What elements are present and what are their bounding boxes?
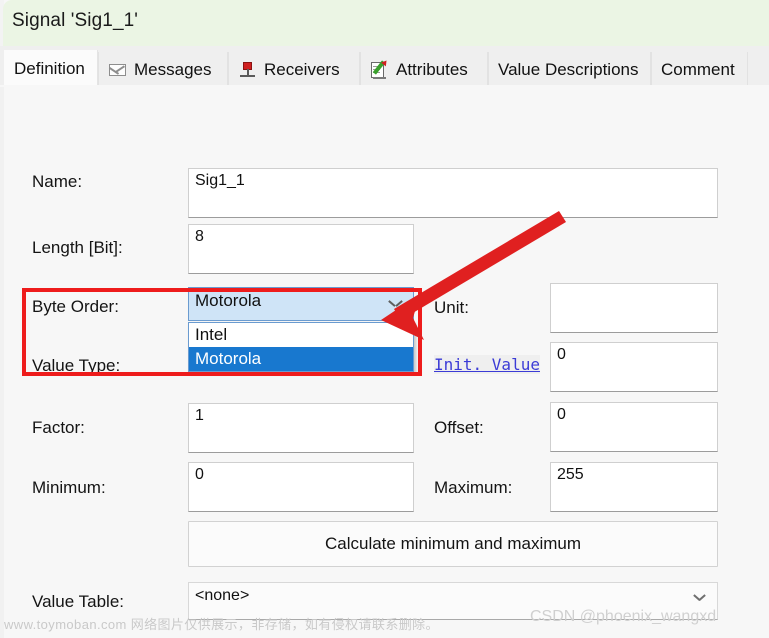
byte-order-dropdown-list[interactable]: Intel Motorola <box>188 322 414 372</box>
minimum-label: Minimum: <box>32 478 106 497</box>
value-type-label: Value Type: <box>32 356 121 375</box>
tab-messages-label: Messages <box>134 59 212 79</box>
tab-definition[interactable]: Definition <box>4 50 98 87</box>
tab-receivers-label: Receivers <box>264 59 340 79</box>
maximum-label: Maximum: <box>434 478 513 497</box>
signal-editor-window: Signal 'Sig1_1' Definition Messages Rece… <box>0 0 769 638</box>
offset-input[interactable]: 0 <box>550 402 718 452</box>
tab-value-descriptions[interactable]: Value Descriptions <box>488 52 651 86</box>
tab-value-descriptions-label: Value Descriptions <box>498 59 639 79</box>
dropdown-option-motorola[interactable]: Motorola <box>189 347 413 371</box>
minimum-input[interactable]: 0 <box>188 462 414 512</box>
watermark-left: www.toymoban.com 网络图片仅供展示，非存储，如有侵权请联系删除。 <box>4 617 439 632</box>
unit-label: Unit: <box>434 298 469 317</box>
value-table-label: Value Table: <box>32 592 124 611</box>
tab-receivers[interactable]: Receivers <box>228 52 360 86</box>
attributes-icon <box>370 58 390 79</box>
tab-comment-label: Comment <box>661 59 735 79</box>
tab-definition-label: Definition <box>14 59 85 78</box>
tab-comment[interactable]: Comment <box>651 52 748 86</box>
pin-icon <box>238 60 257 79</box>
maximum-input[interactable]: 255 <box>550 462 718 512</box>
tab-attributes[interactable]: Attributes <box>360 52 488 86</box>
tab-attributes-label: Attributes <box>396 59 468 79</box>
envelope-icon <box>108 60 127 79</box>
tab-messages[interactable]: Messages <box>98 52 228 86</box>
window-titlebar: Signal 'Sig1_1' <box>3 0 769 46</box>
unit-input[interactable] <box>550 283 718 333</box>
byte-order-label: Byte Order: <box>32 297 119 316</box>
value-table-chevron-down-icon[interactable] <box>694 591 705 602</box>
dropdown-option-intel[interactable]: Intel <box>189 323 413 347</box>
name-input[interactable]: Sig1_1 <box>188 168 718 218</box>
factor-input[interactable]: 1 <box>188 403 414 453</box>
chevron-down-icon[interactable] <box>389 298 402 307</box>
calculate-min-max-button[interactable]: Calculate minimum and maximum <box>188 521 718 567</box>
length-bit-input[interactable]: 8 <box>188 224 414 274</box>
name-label: Name: <box>32 172 83 191</box>
factor-label: Factor: <box>32 418 85 437</box>
init-value-link[interactable]: Init. Value <box>434 355 540 374</box>
init-value-input[interactable]: 0 <box>550 342 718 392</box>
offset-label: Offset: <box>434 418 484 437</box>
panel-left-rail <box>0 87 4 638</box>
length-bit-label: Length [Bit]: <box>32 238 123 257</box>
byte-order-combobox[interactable]: Motorola <box>188 287 414 321</box>
watermark-right: CSDN @phoenix_wangxd <box>530 608 717 625</box>
page-title: Signal 'Sig1_1' <box>12 10 139 31</box>
